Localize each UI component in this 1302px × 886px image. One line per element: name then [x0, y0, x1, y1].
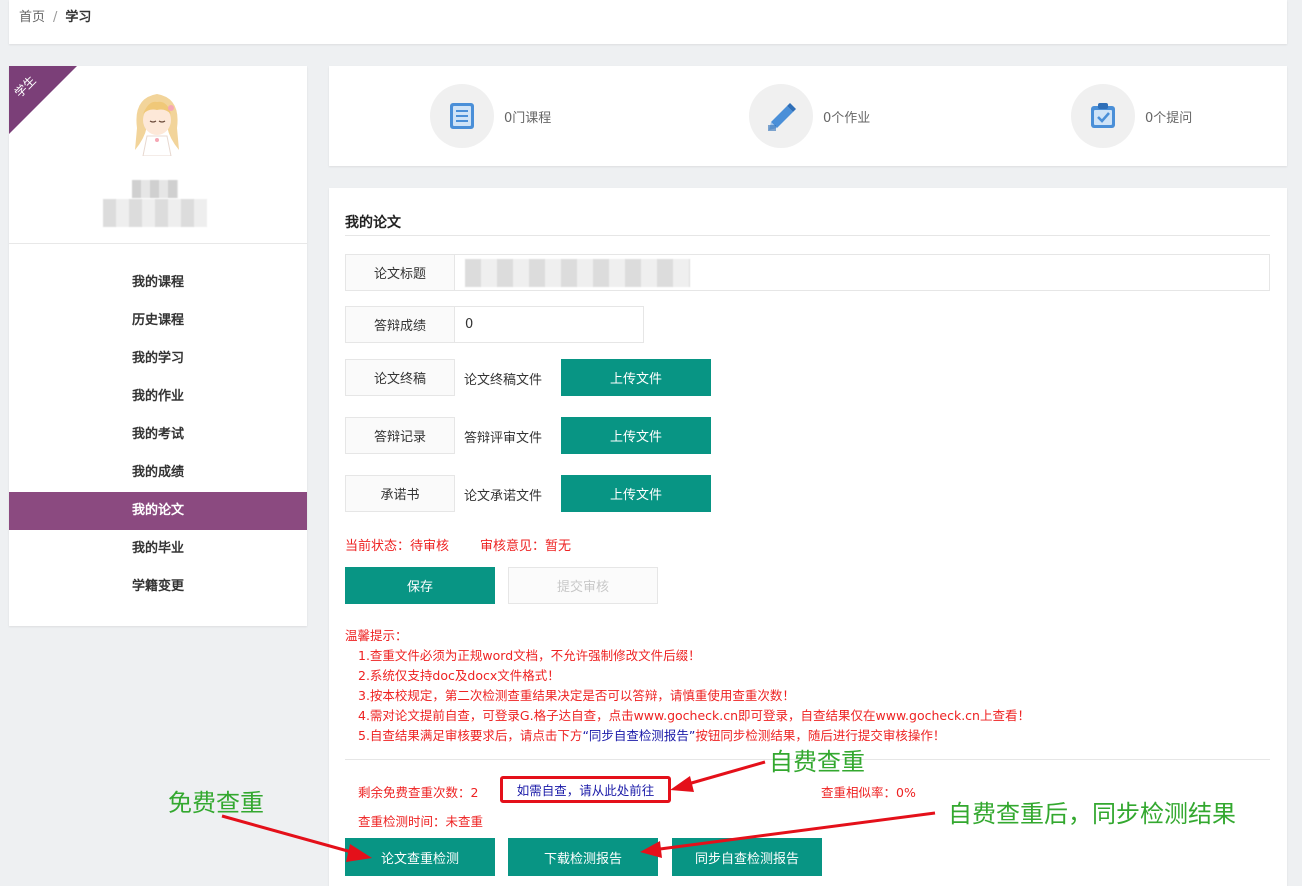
- tip-2: 2.系统仅支持doc及docx文件格式！: [358, 668, 560, 683]
- thesis-panel: 我的论文 论文标题 答辩成绩 0 论文终稿 论文终稿文件 上传文件 答辩记录 答…: [329, 188, 1287, 886]
- sidebar-item-graduation[interactable]: 我的毕业: [9, 530, 307, 568]
- thesis-title-redacted: [465, 258, 690, 287]
- tip-3: 3.按本校规定，第二次检测查重结果决定是否可以答辩，请慎重使用查重次数！: [358, 688, 795, 703]
- upload-commitment-button[interactable]: 上传文件: [561, 475, 711, 512]
- sidebar-item-study[interactable]: 我的学习: [9, 340, 307, 378]
- sidebar-item-status-change[interactable]: 学籍变更: [9, 568, 307, 606]
- sidebar: 学生 我的课程 历史课程 我的学习 我的作业 我的考试 我的成绩 我的论文 我的…: [9, 66, 307, 626]
- thesis-title-input[interactable]: [454, 254, 1270, 291]
- defense-score-field[interactable]: 0: [454, 306, 644, 343]
- avatar: [135, 94, 179, 156]
- stat-courses[interactable]: 0门课程: [430, 84, 551, 148]
- current-status: 当前状态：待审核: [345, 539, 450, 554]
- submit-review-button[interactable]: 提交审核: [508, 567, 658, 604]
- annotation-self-pay-sync: 自费查重后，同步检测结果: [948, 800, 1236, 828]
- tip-1: 1.查重文件必须为正规word文档，不允许强制修改文件后缀！: [358, 648, 701, 663]
- sidebar-item-history-courses[interactable]: 历史课程: [9, 302, 307, 340]
- stat-courses-label: 0门课程: [504, 110, 552, 126]
- breadcrumb: 首页 / 学习: [9, 0, 1287, 44]
- panel-title: 我的论文: [345, 215, 401, 231]
- thesis-title-label: 论文标题: [345, 254, 455, 291]
- stats-panel: 0门课程 0个作业 0个提问: [329, 66, 1287, 166]
- tip-5-sync-ref: “同步自查检测报告”: [582, 728, 696, 743]
- sidebar-divider: [9, 243, 307, 244]
- self-check-link[interactable]: 如需自查，请从此处前往: [500, 776, 671, 803]
- download-report-button[interactable]: 下载检测报告: [508, 838, 658, 876]
- breadcrumb-home[interactable]: 首页: [19, 10, 45, 25]
- document-icon: [450, 103, 474, 129]
- commitment-label: 承诺书: [345, 475, 455, 512]
- thesis-check-button[interactable]: 论文查重检测: [345, 838, 495, 876]
- final-draft-filename: 论文终稿文件: [464, 373, 543, 388]
- upload-defense-record-button[interactable]: 上传文件: [561, 417, 711, 454]
- sidebar-item-thesis[interactable]: 我的论文: [9, 492, 307, 530]
- check-time: 查重检测时间：未查重: [358, 814, 484, 829]
- pencil-icon: [768, 103, 796, 131]
- sidebar-menu: 我的课程 历史课程 我的学习 我的作业 我的考试 我的成绩 我的论文 我的毕业 …: [9, 264, 307, 606]
- stat-questions-label: 0个提问: [1145, 110, 1193, 126]
- sidebar-item-courses[interactable]: 我的课程: [9, 264, 307, 302]
- defense-record-label: 答辩记录: [345, 417, 455, 454]
- stat-questions[interactable]: 0个提问: [1071, 84, 1192, 148]
- stat-homework-label: 0个作业: [823, 110, 871, 126]
- upload-final-draft-button[interactable]: 上传文件: [561, 359, 711, 396]
- similarity-rate: 查重相似率：0%: [821, 785, 916, 800]
- sidebar-item-homework[interactable]: 我的作业: [9, 378, 307, 416]
- user-name-redacted: [132, 180, 178, 198]
- annotation-free-check: 免费查重: [168, 789, 264, 817]
- review-opinion: 审核意见：暂无: [480, 539, 572, 554]
- remaining-free-checks: 剩余免费查重次数：2: [358, 785, 479, 800]
- commitment-filename: 论文承诺文件: [464, 489, 543, 504]
- user-id-redacted: [103, 199, 207, 227]
- tip-4: 4.需对论文提前自查，可登录G.格子达自查，点击www.gocheck.cn即可…: [358, 708, 1030, 723]
- defense-record-filename: 答辩评审文件: [464, 431, 543, 446]
- stat-homework[interactable]: 0个作业: [749, 84, 870, 148]
- defense-score-label: 答辩成绩: [345, 306, 455, 343]
- sidebar-item-grades[interactable]: 我的成绩: [9, 454, 307, 492]
- panel-divider: [345, 235, 1270, 236]
- tips: 温馨提示： 1.查重文件必须为正规word文档，不允许强制修改文件后缀！ 2.系…: [345, 626, 1030, 746]
- sync-self-check-report-button[interactable]: 同步自查检测报告: [672, 838, 822, 876]
- clipboard-check-icon: [1091, 103, 1115, 128]
- tip-5: 5.自查结果满足审核要求后，请点击下方“同步自查检测报告”按钮同步检测结果，随后…: [358, 728, 946, 743]
- annotation-self-pay-check: 自费查重: [769, 748, 865, 776]
- breadcrumb-current: 学习: [65, 10, 92, 25]
- tips-heading: 温馨提示：: [345, 628, 408, 643]
- role-ribbon: [9, 66, 77, 134]
- final-draft-label: 论文终稿: [345, 359, 455, 396]
- sidebar-item-exams[interactable]: 我的考试: [9, 416, 307, 454]
- breadcrumb-separator: /: [53, 10, 58, 25]
- save-button[interactable]: 保存: [345, 567, 495, 604]
